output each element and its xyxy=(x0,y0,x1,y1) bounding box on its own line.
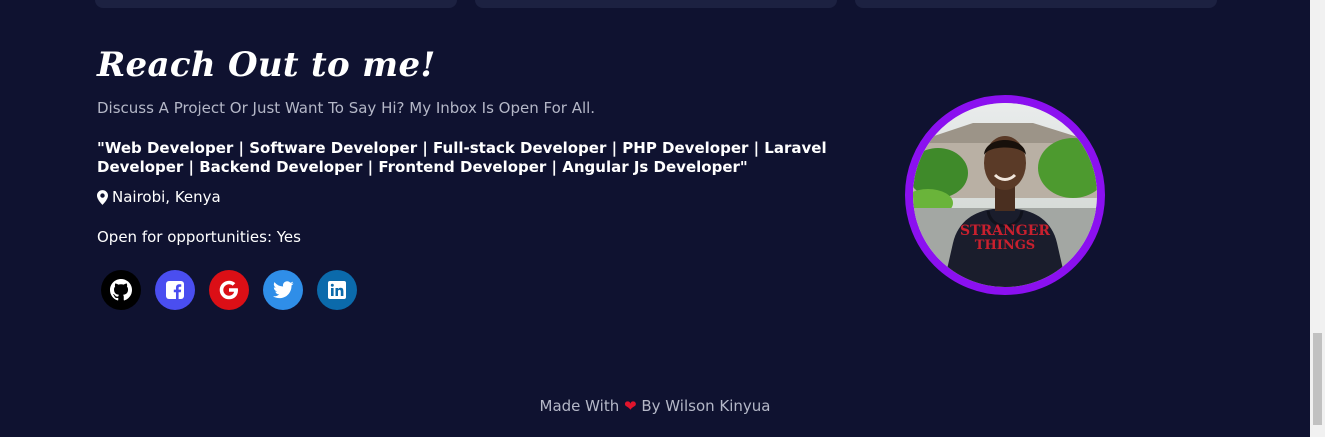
profile-photo-illustration: STRANGER THINGS xyxy=(913,103,1097,287)
facebook-link[interactable] xyxy=(155,270,195,310)
profile-photo: STRANGER THINGS xyxy=(905,95,1105,295)
card-bottom-edge xyxy=(855,0,1217,8)
google-icon xyxy=(219,280,238,300)
google-link[interactable] xyxy=(209,270,249,310)
twitter-icon xyxy=(272,281,294,299)
previous-section-cards xyxy=(0,0,1310,10)
location-text: Nairobi, Kenya xyxy=(112,188,221,206)
svg-text:THINGS: THINGS xyxy=(975,238,1035,253)
card-bottom-edge xyxy=(475,0,837,8)
opportunities-status: Open for opportunities: Yes xyxy=(97,228,301,246)
page-scrollbar[interactable] xyxy=(1310,0,1325,437)
footer: Made With ❤ By Wilson Kinyua xyxy=(0,397,1310,415)
map-marker-icon xyxy=(97,189,108,205)
location: Nairobi, Kenya xyxy=(97,188,221,206)
linkedin-link[interactable] xyxy=(317,270,357,310)
heart-icon: ❤ xyxy=(624,397,637,415)
linkedin-icon xyxy=(328,281,346,299)
footer-prefix: Made With xyxy=(539,397,620,415)
roles-text: "Web Developer | Software Developer | Fu… xyxy=(97,139,827,176)
footer-author: By Wilson Kinyua xyxy=(641,397,771,415)
github-link[interactable] xyxy=(101,270,141,310)
svg-text:STRANGER: STRANGER xyxy=(960,223,1050,239)
contact-heading: Reach Out to me! xyxy=(97,45,436,85)
facebook-icon xyxy=(166,281,184,299)
card-bottom-edge xyxy=(95,0,457,8)
twitter-link[interactable] xyxy=(263,270,303,310)
contact-subtext: Discuss A Project Or Just Want To Say Hi… xyxy=(97,99,596,117)
social-links xyxy=(101,270,371,310)
github-icon xyxy=(110,279,132,301)
scrollbar-thumb[interactable] xyxy=(1313,333,1322,425)
